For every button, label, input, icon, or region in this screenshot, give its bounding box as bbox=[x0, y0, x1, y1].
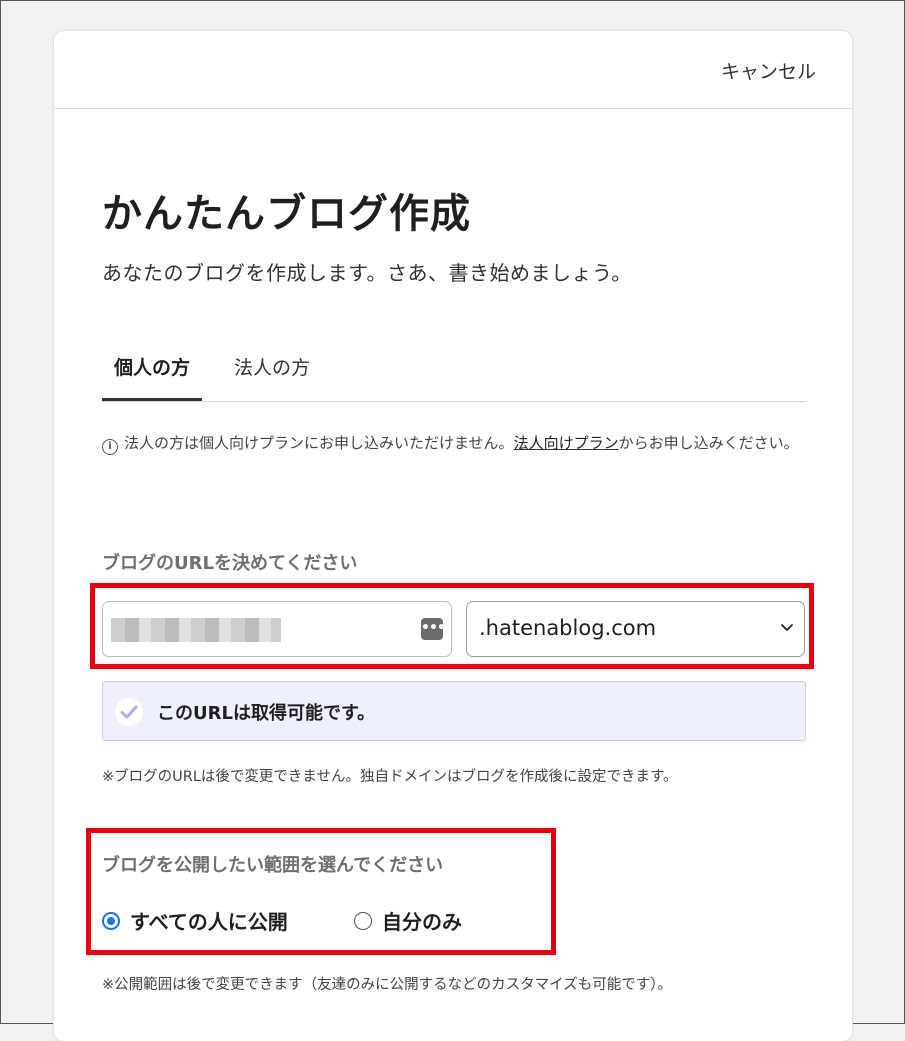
check-icon bbox=[115, 698, 143, 726]
cancel-button[interactable]: キャンセル bbox=[721, 57, 816, 84]
url-availability-status: このURLは取得可能です。 bbox=[102, 681, 806, 741]
url-highlight-box bbox=[90, 583, 814, 669]
info-icon: i bbox=[102, 439, 118, 455]
notice-text-after: からお申し込みください。 bbox=[618, 434, 799, 452]
scope-note: ※公開範囲は後で変更できます（友達のみに公開するなどのカスタマイズも可能です）。 bbox=[102, 977, 672, 993]
corporate-plan-link[interactable]: 法人向けプラン bbox=[514, 434, 619, 452]
page-title: かんたんブログ作成 bbox=[102, 191, 471, 237]
url-section-label: ブログのURLを決めてください bbox=[102, 553, 358, 574]
card-header: キャンセル bbox=[54, 31, 852, 109]
tab-personal[interactable]: 個人の方 bbox=[102, 353, 202, 401]
blog-creation-card: キャンセル かんたんブログ作成 あなたのブログを作成します。さあ、書き始めましょ… bbox=[54, 31, 852, 1041]
url-note: ※ブログのURLは後で変更できません。独自ドメインはブログを作成後に設定できます… bbox=[102, 769, 678, 785]
account-type-tabs: 個人の方 法人の方 bbox=[102, 353, 806, 402]
page-subtitle: あなたのブログを作成します。さあ、書き始めましょう。 bbox=[102, 261, 632, 285]
corporate-notice: i 法人の方は個人向けプランにお申し込みいただけません。法人向けプランからお申し込… bbox=[102, 428, 806, 458]
url-available-text: このURLは取得可能です。 bbox=[157, 703, 376, 724]
tab-corporate[interactable]: 法人の方 bbox=[234, 353, 310, 401]
notice-text-before: 法人の方は個人向けプランにお申し込みいただけません。 bbox=[124, 434, 514, 452]
scope-highlight-box bbox=[86, 828, 556, 955]
